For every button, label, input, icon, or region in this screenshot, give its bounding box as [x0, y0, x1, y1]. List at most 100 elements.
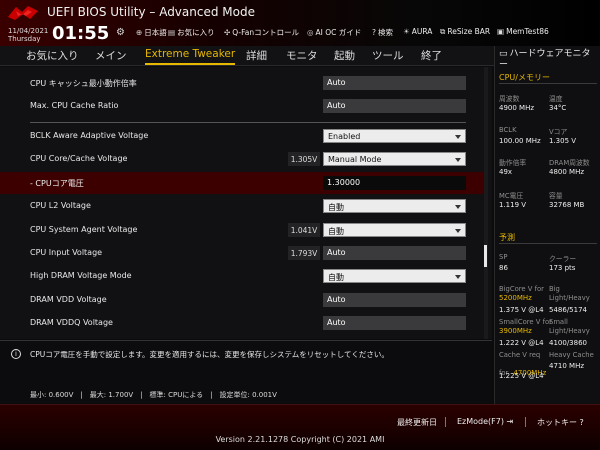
date-display: 11/04/2021 Thursday — [8, 27, 48, 43]
tab-main[interactable]: メイン — [95, 48, 127, 63]
hotkeys-button[interactable]: ホットキー ? — [537, 417, 584, 428]
setting-label: CPU System Agent Voltage — [30, 225, 138, 234]
setting-row-high-dram-mode[interactable]: High DRAM Voltage Mode 自動 — [0, 265, 484, 287]
tab-advanced[interactable]: 詳細 — [246, 48, 267, 63]
ezmode-exit-icon: ⇥ — [506, 417, 514, 426]
ai-oc-label: AI OC ガイド — [315, 28, 362, 37]
ai-oc-button[interactable]: ◎ AI OC ガイド — [307, 27, 361, 38]
small-sub-label: Light/Heavy — [549, 327, 590, 335]
ai-oc-icon: ◎ — [307, 28, 314, 37]
smallcore-frequency: 3900MHz — [499, 327, 532, 335]
memtest-button[interactable]: ▣ MemTest86 — [497, 27, 549, 36]
voltage-input[interactable]: 1.30000 — [323, 176, 466, 190]
smallcore-label: SmallCore V for — [499, 318, 552, 326]
ratio-value: 49x — [499, 168, 513, 176]
setting-label: Max. CPU Cache Ratio — [30, 101, 119, 110]
rog-logo-icon — [8, 6, 38, 20]
setting-dropdown[interactable]: 自動 — [323, 223, 466, 237]
small-label: Small — [549, 318, 568, 326]
setting-value-field[interactable]: Auto — [323, 99, 466, 113]
last-modified-button[interactable]: 最終更新日 — [397, 417, 437, 428]
big-sub-label: Light/Heavy — [549, 294, 590, 302]
aura-label: AURA — [411, 27, 433, 36]
setting-dropdown[interactable]: 自動 — [323, 269, 466, 283]
vcore-value: 1.305 V — [549, 137, 577, 145]
setting-row-system-agent-voltage[interactable]: CPU System Agent Voltage 1.041V 自動 — [0, 219, 484, 241]
tab-tool[interactable]: ツール — [372, 48, 404, 63]
footer-bar: 最終更新日 EzMode(F7) ⇥ ホットキー ? Version 2.21.… — [0, 404, 600, 450]
monitor-key: BCLK — [499, 126, 517, 134]
section-divider — [499, 83, 597, 84]
fan-icon: ✣ — [224, 28, 231, 37]
mc-voltage-value: 1.119 V — [499, 201, 527, 209]
monitor-key: 容量 — [549, 192, 563, 200]
tab-boot[interactable]: 起動 — [334, 48, 355, 63]
setting-row-core-cache-voltage[interactable]: CPU Core/Cache Voltage 1.305V Manual Mod… — [0, 148, 484, 170]
version-text: Version 2.21.1278 Copyright (C) 2021 AMI — [215, 435, 385, 444]
monitor-key: MC電圧 — [499, 192, 524, 200]
voltage-range-info: 最小: 0.600V | 最大: 1.700V | 標準: CPUによる | 設… — [30, 391, 277, 399]
bclk-value: 100.00 MHz — [499, 137, 541, 145]
setting-value-field[interactable]: Auto — [323, 246, 466, 260]
memtest-icon: ▣ — [497, 27, 505, 36]
clock-time: 01:55 — [52, 23, 110, 44]
tab-favorites[interactable]: お気に入り — [26, 48, 79, 63]
resize-bar-button[interactable]: ⧉ ReSize BAR — [440, 27, 490, 37]
tab-extreme-tweaker[interactable]: Extreme Tweaker — [145, 48, 236, 65]
language-button[interactable]: ⊕ 日本語 — [136, 27, 167, 38]
tab-monitor[interactable]: モニタ — [286, 48, 318, 63]
hardware-monitor-panel: ▭ ハードウェアモニター CPU/メモリー 周波数 温度 4900 MHz 34°… — [494, 46, 600, 404]
setting-row-dram-vddq[interactable]: DRAM VDDQ Voltage Auto — [0, 312, 484, 334]
dropdown-value: Enabled — [328, 132, 361, 141]
monitor-title-text: ハードウェアモニター — [499, 49, 591, 70]
scrollbar-track[interactable] — [484, 67, 488, 339]
cache-voltage-value: 1.225 V @L4 — [499, 372, 544, 380]
setting-dropdown[interactable]: 自動 — [323, 199, 466, 213]
setting-row-input-voltage[interactable]: CPU Input Voltage 1.793V Auto — [0, 242, 484, 264]
setting-label: CPU Input Voltage — [30, 248, 103, 257]
sp-label: SP — [499, 253, 508, 261]
setting-row-dram-vdd[interactable]: DRAM VDD Voltage Auto — [0, 289, 484, 311]
ezmode-button[interactable]: EzMode(F7) ⇥ — [457, 417, 513, 426]
setting-label: CPU L2 Voltage — [30, 201, 91, 210]
scrollbar-thumb[interactable] — [484, 245, 487, 267]
ezmode-label: EzMode(F7) — [457, 417, 504, 426]
setting-value-field[interactable]: Auto — [323, 316, 466, 330]
setting-row-cache-min-ratio[interactable]: CPU キャッシュ最小動作倍率 Auto — [0, 72, 484, 94]
cpu-frequency-value: 4900 MHz — [499, 104, 535, 112]
favorites-button[interactable]: ▤ お気に入り — [168, 27, 215, 38]
setting-value-field[interactable]: Auto — [323, 76, 466, 90]
search-button[interactable]: ? 検索 — [372, 27, 393, 38]
cooler-value: 173 pts — [549, 264, 576, 272]
monitor-key: 動作倍率 — [499, 159, 527, 167]
capacity-value: 32768 MB — [549, 201, 585, 209]
search-label: 検索 — [377, 28, 393, 37]
dropdown-value: Manual Mode — [328, 155, 382, 164]
resize-bar-label: ReSize BAR — [447, 27, 491, 36]
help-description: CPUコア電圧を手動で設定します。変更を適用するには、変更を保存しシステムをリセ… — [30, 350, 389, 359]
tab-exit[interactable]: 終了 — [421, 48, 442, 63]
memtest-label: MemTest86 — [506, 27, 549, 36]
setting-row-cpu-core-voltage[interactable]: - CPUコア電圧 1.30000 — [0, 172, 484, 194]
chevron-down-icon — [455, 135, 461, 139]
cache-label: Cache V req — [499, 351, 541, 359]
dram-frequency-value: 4800 MHz — [549, 168, 585, 176]
setting-dropdown[interactable]: Manual Mode — [323, 152, 466, 166]
setting-row-bclk-adaptive[interactable]: BCLK Aware Adaptive Voltage Enabled — [0, 125, 484, 147]
monitor-title: ▭ ハードウェアモニター — [499, 49, 599, 71]
setting-label: CPU キャッシュ最小動作倍率 — [30, 79, 137, 88]
qfan-button[interactable]: ✣ Q-Fanコントロール — [224, 27, 299, 38]
setting-row-max-cache-ratio[interactable]: Max. CPU Cache Ratio Auto — [0, 95, 484, 117]
setting-dropdown[interactable]: Enabled — [323, 129, 466, 143]
hotkeys-help-icon: ? — [579, 418, 584, 427]
setting-value-field[interactable]: Auto — [323, 293, 466, 307]
bigcore-frequency: 5200MHz — [499, 294, 532, 302]
aura-button[interactable]: ☀ AURA — [403, 27, 432, 36]
setting-row-l2-voltage[interactable]: CPU L2 Voltage 自動 — [0, 195, 484, 217]
settings-panel: CPU キャッシュ最小動作倍率 Auto Max. CPU Cache Rati… — [0, 67, 492, 339]
smallcore-voltage-value: 1.222 V @L4 — [499, 339, 544, 347]
big-label: Big — [549, 285, 560, 293]
bigcore-label: BigCore V for — [499, 285, 544, 293]
monitor-key: DRAM周波数 — [549, 159, 590, 167]
clock-settings-icon[interactable]: ⚙ — [116, 27, 125, 38]
